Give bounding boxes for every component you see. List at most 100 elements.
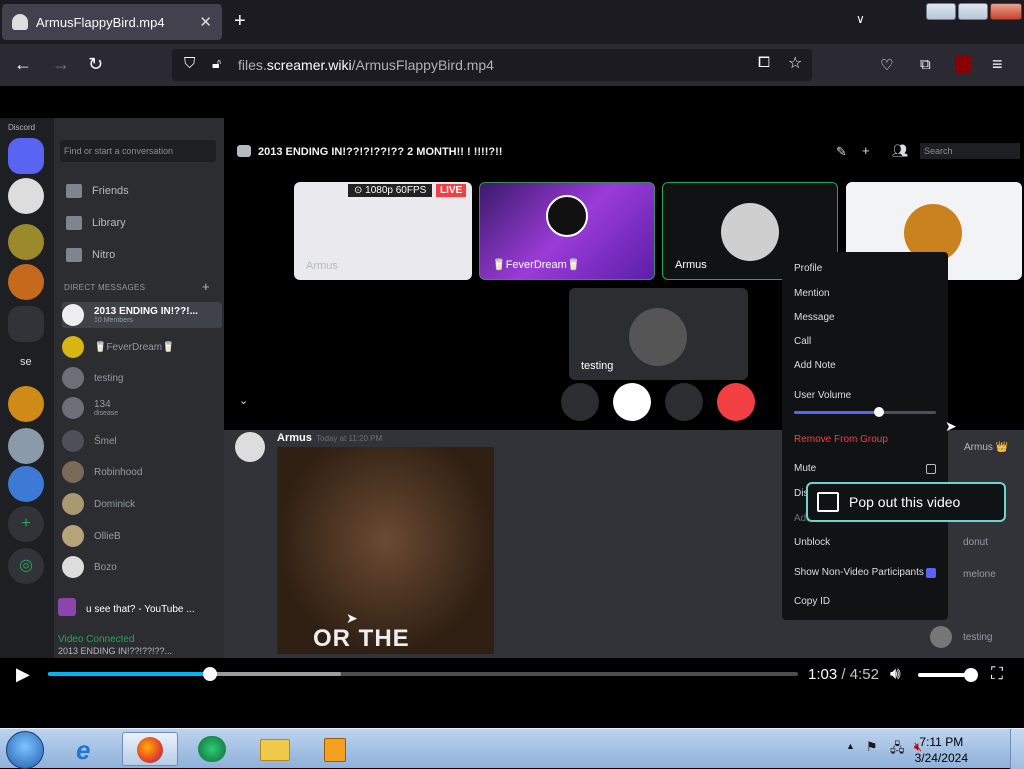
menu-item-message[interactable]: Message (794, 312, 835, 323)
menu-item-add-note[interactable]: Add Note (794, 360, 836, 371)
nav-nitro[interactable]: Nitro (66, 248, 115, 262)
microphone-button[interactable] (665, 383, 703, 421)
meme-image[interactable]: OR THE GHETTO (277, 447, 494, 654)
time-display: 1:03 / 4:52 (808, 666, 879, 683)
add-server-icon[interactable]: + (8, 506, 44, 542)
dm-item[interactable]: Bozo (62, 556, 222, 578)
close-window-button[interactable] (990, 3, 1022, 20)
url-text[interactable]: files.screamer.wiki/ArmusFlappyBird.mp4 (238, 57, 494, 73)
server-icon[interactable] (8, 178, 44, 214)
server-icon[interactable] (8, 264, 44, 300)
dm-search-input[interactable]: Find or start a conversation (60, 140, 216, 162)
popout-video-tooltip[interactable]: Pop out this video (806, 482, 1006, 522)
folder-icon[interactable] (8, 306, 44, 342)
call-search-input[interactable]: Search (920, 143, 1020, 159)
members-icon[interactable]: 👥︎ (892, 143, 909, 159)
discord-brand: Discord (8, 123, 36, 132)
dm-item[interactable]: 134 disease (62, 397, 222, 419)
menu-icon[interactable]: ≡ (992, 54, 1003, 75)
member-item[interactable]: melone (963, 569, 996, 580)
mouse-cursor-icon: ➤ (945, 418, 957, 434)
menu-item-call[interactable]: Call (794, 336, 811, 347)
fullscreen-icon[interactable]: ⛶ (991, 664, 1003, 684)
menu-item-show-non-video[interactable]: Show Non-Video Participants (794, 567, 924, 578)
start-button[interactable] (6, 731, 44, 769)
member-item[interactable]: donut (963, 537, 988, 548)
dm-item[interactable]: testing (62, 367, 222, 389)
shield-icon[interactable]: ⛉ (184, 55, 195, 72)
nav-library[interactable]: Library (66, 216, 126, 230)
progress-bar[interactable] (48, 667, 798, 681)
ublock-icon[interactable] (955, 55, 971, 73)
dm-item[interactable]: 🥛FeverDream🥛 (62, 336, 222, 358)
close-tab-icon[interactable]: ✕ (199, 13, 212, 31)
mute-checkbox[interactable] (926, 464, 936, 474)
explore-icon[interactable]: ◎ (8, 548, 44, 584)
dm-item[interactable]: 2013 ENDING IN!??!... 10 Members (62, 302, 222, 328)
menu-item-unblock[interactable]: Unblock (794, 537, 830, 548)
camera-button[interactable] (561, 383, 599, 421)
video-app-icon[interactable] (306, 732, 362, 766)
bookmark-star-icon[interactable]: ☆ (788, 53, 802, 73)
reload-icon[interactable]: ↻ (88, 54, 103, 75)
volume-slider[interactable] (794, 407, 936, 417)
server-icon[interactable] (8, 224, 44, 260)
disconnect-button[interactable] (717, 383, 755, 421)
stream-tile[interactable]: ⊙ 1080p 60FPS LIVE Armus (294, 182, 472, 280)
volume-icon[interactable]: 🔊︎ (890, 664, 901, 684)
media-player-icon[interactable] (184, 732, 240, 766)
server-icon[interactable] (8, 466, 44, 502)
screen-share-button[interactable] (613, 383, 651, 421)
home-icon[interactable] (8, 138, 44, 174)
avatar (62, 367, 84, 389)
internet-explorer-icon[interactable]: e (62, 732, 118, 766)
dm-item[interactable]: Dominick (62, 493, 222, 515)
file-explorer-icon[interactable] (246, 732, 302, 766)
minimize-button[interactable] (926, 3, 956, 20)
member-item[interactable]: testing (963, 632, 992, 643)
new-tab-button[interactable]: + (234, 10, 246, 33)
pocket-icon[interactable]: ♡ (880, 56, 893, 74)
forward-arrow-icon[interactable]: → (52, 54, 70, 75)
dm-item[interactable]: Robinhood (62, 461, 222, 483)
video-tile[interactable]: 🥛FeverDream🥛 (479, 182, 655, 280)
browser-tab[interactable]: ArmusFlappyBird.mp4 ✕ (2, 4, 222, 40)
video-tile[interactable]: testing (569, 288, 748, 380)
server-initials[interactable]: se (20, 356, 32, 368)
avatar (62, 304, 84, 326)
menu-item-mention[interactable]: Mention (794, 288, 830, 299)
back-arrow-icon[interactable]: ← (14, 54, 32, 75)
tray-overflow-icon[interactable]: ▲ (846, 741, 855, 751)
popout-icon (817, 492, 839, 512)
server-icon[interactable] (8, 386, 44, 422)
volume-slider-thumb[interactable] (874, 407, 885, 417)
network-icon[interactable]: 🖧︎ (890, 739, 905, 761)
menu-item-copy-id[interactable]: Copy ID (794, 596, 830, 607)
extensions-icon[interactable]: ⧉ (920, 56, 931, 73)
server-icon[interactable] (8, 428, 44, 464)
firefox-icon[interactable] (122, 732, 178, 766)
show-non-video-checkbox[interactable] (926, 568, 936, 578)
action-center-flag-icon[interactable]: ⚑ (866, 739, 878, 755)
menu-item-profile[interactable]: Profile (794, 263, 822, 274)
chevron-down-icon[interactable]: ⌄ (239, 394, 248, 407)
member-item[interactable]: Armus 👑 (964, 442, 1008, 453)
browser-tab-bar: ArmusFlappyBird.mp4 ✕ + ∨ (0, 0, 1024, 44)
dm-item[interactable]: OllieB (62, 525, 222, 547)
play-icon[interactable]: ▶ (16, 664, 30, 685)
add-friend-icon[interactable]: + (862, 143, 870, 158)
progress-thumb[interactable] (203, 667, 217, 681)
menu-item-mute[interactable]: Mute (794, 463, 816, 474)
lock-icon[interactable]: 🔓︎ (212, 55, 221, 72)
pin-icon[interactable]: ✎ (836, 144, 847, 160)
tile-label: 🥛FeverDream🥛 (492, 259, 581, 271)
taskbar-clock[interactable]: 7:11 PM 3/24/2024 (915, 734, 968, 766)
show-desktop-button[interactable] (1010, 729, 1024, 769)
list-tabs-icon[interactable]: ∨ (856, 12, 865, 26)
maximize-button[interactable] (958, 3, 988, 20)
nav-friends[interactable]: Friends (66, 184, 129, 198)
dm-item[interactable]: Šmel (62, 430, 222, 452)
picture-in-picture-icon[interactable]: ⧠ (758, 54, 770, 71)
menu-item-remove-from-group[interactable]: Remove From Group (794, 434, 888, 445)
add-dm-icon[interactable]: + (202, 279, 210, 294)
